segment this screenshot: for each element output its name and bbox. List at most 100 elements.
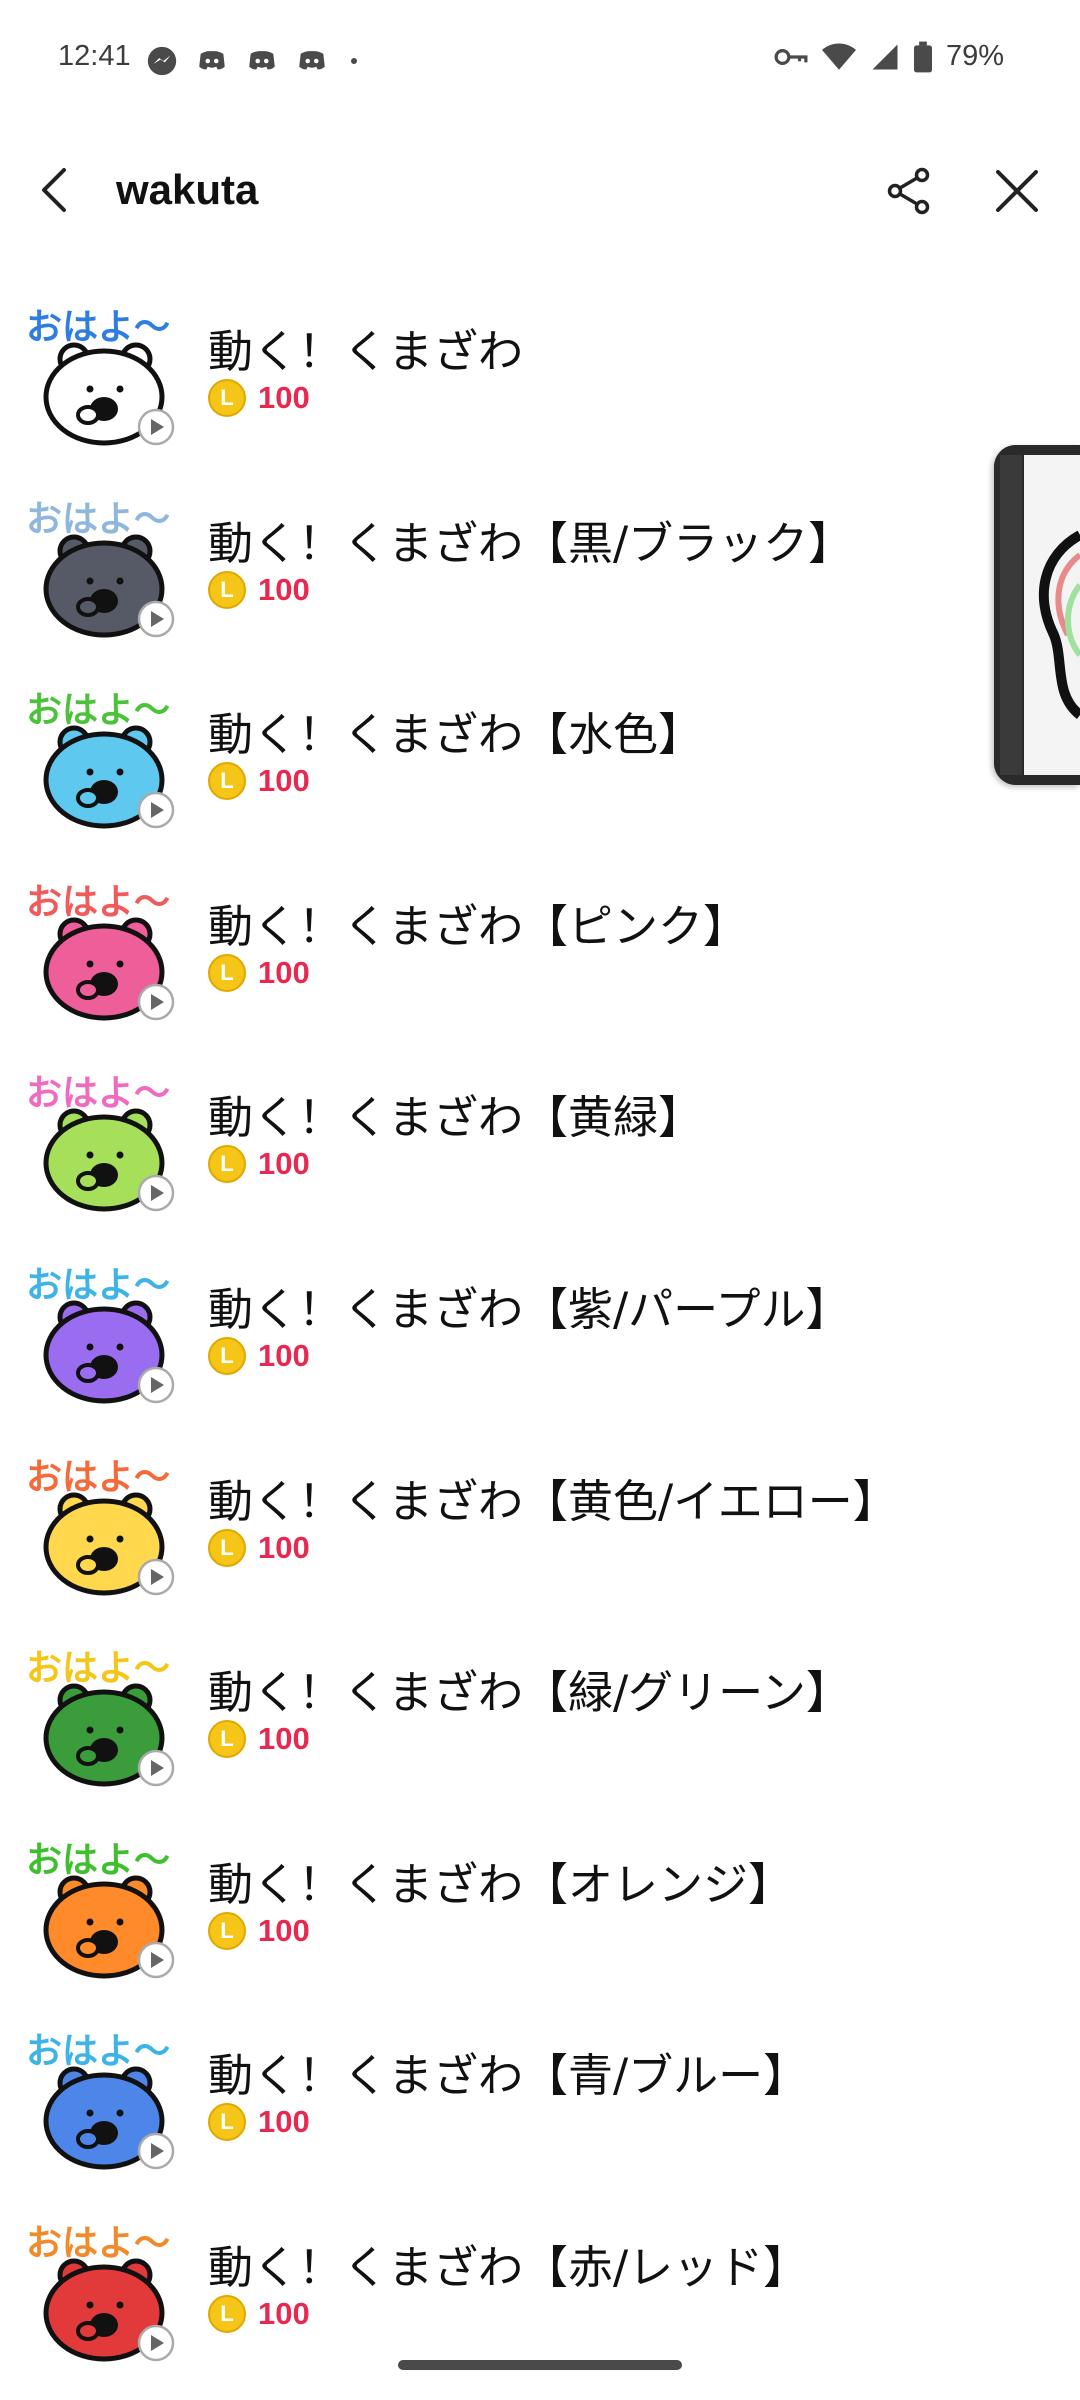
sticker-thumbnail: おはよ〜 [24,2213,176,2365]
status-right: 79% [774,40,1004,73]
back-arrow-icon[interactable] [26,160,86,220]
greeting-text: おはよ〜 [26,2223,170,2264]
sticker-list-item[interactable]: おはよ〜 動く！くまざわ【青/ブルー】 L 100 [0,2019,1080,2211]
sticker-thumbnail: おはよ〜 [24,2021,176,2173]
sticker-thumbnail: おはよ〜 [24,489,176,641]
play-icon [137,2133,175,2170]
close-icon[interactable] [988,162,1046,220]
sticker-price: 100 [258,2104,310,2140]
signal-icon [872,44,898,69]
sticker-title: 動く！くまざわ【黒/ブラック】 [208,516,854,570]
sticker-thumbnail: おはよ〜 [24,1255,176,1407]
notification-icons [145,44,363,78]
sticker-list-item[interactable]: おはよ〜 動く！くまざわ【赤/レッド】 L 100 [0,2211,1080,2400]
greeting-text: おはよ〜 [26,2031,170,2072]
sticker-list-item[interactable]: おはよ〜 動く！くまざわ【オレンジ】 L 100 [0,1828,1080,2020]
play-icon [137,1749,175,1787]
sticker-list-item[interactable]: おはよ〜 動く！くまざわ【水色】 L 100 [0,678,1080,870]
sticker-title: 動く！くまざわ【青/ブルー】 [208,2049,809,2103]
page-title: wakuta [116,166,259,213]
sticker-price: 100 [258,763,310,799]
play-icon [137,791,175,829]
sticker-list-item[interactable]: おはよ〜 動く！くまざわ【緑/グリーン】 L 100 [0,1636,1080,1828]
discord-icon [249,51,275,70]
bear-sticker-image: おはよ〜 [26,1457,175,1596]
bear-sticker-image: おはよ〜 [26,1840,175,1979]
status-bar: 12:41 79% [0,0,1080,120]
price-row: L 100 [208,953,310,992]
line-coin-icon: L [208,953,246,992]
bear-sticker-image: おはよ〜 [26,690,175,829]
play-icon [137,2324,175,2362]
sticker-title: 動く！くまざわ【赤/レッド】 [208,2240,809,2294]
play-icon [137,1366,175,1404]
home-indicator[interactable] [398,2360,682,2370]
bear-sticker-image: おはよ〜 [26,882,175,1021]
line-coin-icon: L [208,1528,246,1567]
line-coin-icon: L [208,2294,246,2333]
price-row: L 100 [208,379,310,417]
sticker-title: 動く！くまざわ【水色】 [208,708,704,762]
sticker-title: 動く！くまざわ [208,325,524,378]
sticker-title: 動く！くまざわ【紫/パープル】 [208,1282,851,1336]
discord-icon [199,51,225,70]
sticker-price: 100 [258,2295,310,2331]
share-icon[interactable] [880,162,938,220]
sticker-price: 100 [258,1337,310,1373]
greeting-text: おはよ〜 [26,1265,170,1306]
line-coin-icon: L [208,762,246,801]
bear-sticker-image: おはよ〜 [26,1265,175,1404]
play-icon [137,408,175,446]
greeting-text: おはよ〜 [26,1457,170,1498]
price-row: L 100 [208,1720,310,1759]
preview-image [994,445,1080,785]
vpn-key-icon [774,48,808,65]
messenger-icon [147,46,177,76]
play-icon [137,600,175,637]
sticker-thumbnail: おはよ〜 [24,872,176,1024]
sticker-list-item[interactable]: おはよ〜 動く！くまざわ【黄緑】 L 100 [0,1061,1080,1253]
line-coin-icon: L [208,379,246,417]
price-row: L 100 [208,1336,310,1375]
play-icon [137,1941,175,1978]
sticker-list-item[interactable]: おはよ〜 動く！くまざわ【ピンク】 L 100 [0,870,1080,1062]
sticker-list-item[interactable]: おはよ〜 動く！くまざわ L 100 [0,295,1080,487]
price-row: L 100 [208,2294,310,2333]
sticker-thumbnail: おはよ〜 [24,297,176,449]
sticker-list-item[interactable]: おはよ〜 動く！くまざわ【黄色/イエロー】 L 100 [0,1445,1080,1637]
sticker-title: 動く！くまざわ【緑/グリーン】 [208,1666,851,1720]
bear-sticker-image: おはよ〜 [26,1073,175,1212]
greeting-text: おはよ〜 [26,1648,170,1689]
greeting-text: おはよ〜 [26,690,170,731]
dot-icon [351,58,357,64]
sticker-list: おはよ〜 動く！くまざわ L 100 おはよ〜 動く！くまざわ【黒/ブラック】 L 100 おは… [0,295,1080,2400]
sticker-price: 100 [258,954,310,990]
price-row: L 100 [208,2103,310,2142]
sticker-title: 動く！くまざわ【黄緑】 [208,1091,704,1145]
header: wakuta [0,140,1080,240]
bear-sticker-image: おはよ〜 [26,2223,175,2362]
line-coin-icon: L [208,1720,246,1759]
discord-icon [299,51,325,70]
sticker-thumbnail: おはよ〜 [24,1063,176,1215]
line-coin-icon: L [208,1911,246,1950]
floating-preview-thumbnail[interactable] [994,445,1080,785]
greeting-text: おはよ〜 [26,1073,170,1114]
line-coin-icon: L [208,2103,246,2142]
sticker-thumbnail: おはよ〜 [24,1447,176,1599]
price-row: L 100 [208,762,310,801]
battery-icon [913,41,932,72]
status-time: 12:41 [58,40,131,72]
sticker-list-item[interactable]: おはよ〜 動く！くまざわ【紫/パープル】 L 100 [0,1253,1080,1445]
sticker-price: 100 [258,1721,310,1757]
sticker-title: 動く！くまざわ【ピンク】 [208,899,749,953]
play-icon [137,1175,175,1212]
line-coin-icon: L [208,1145,246,1184]
sticker-price: 100 [258,1146,310,1182]
wifi-icon [821,43,856,70]
line-coin-icon: L [208,1336,246,1375]
sticker-price: 100 [258,380,310,415]
play-icon [137,1558,175,1595]
sticker-list-item[interactable]: おはよ〜 動く！くまざわ【黒/ブラック】 L 100 [0,487,1080,679]
sticker-thumbnail: おはよ〜 [24,1830,176,1982]
